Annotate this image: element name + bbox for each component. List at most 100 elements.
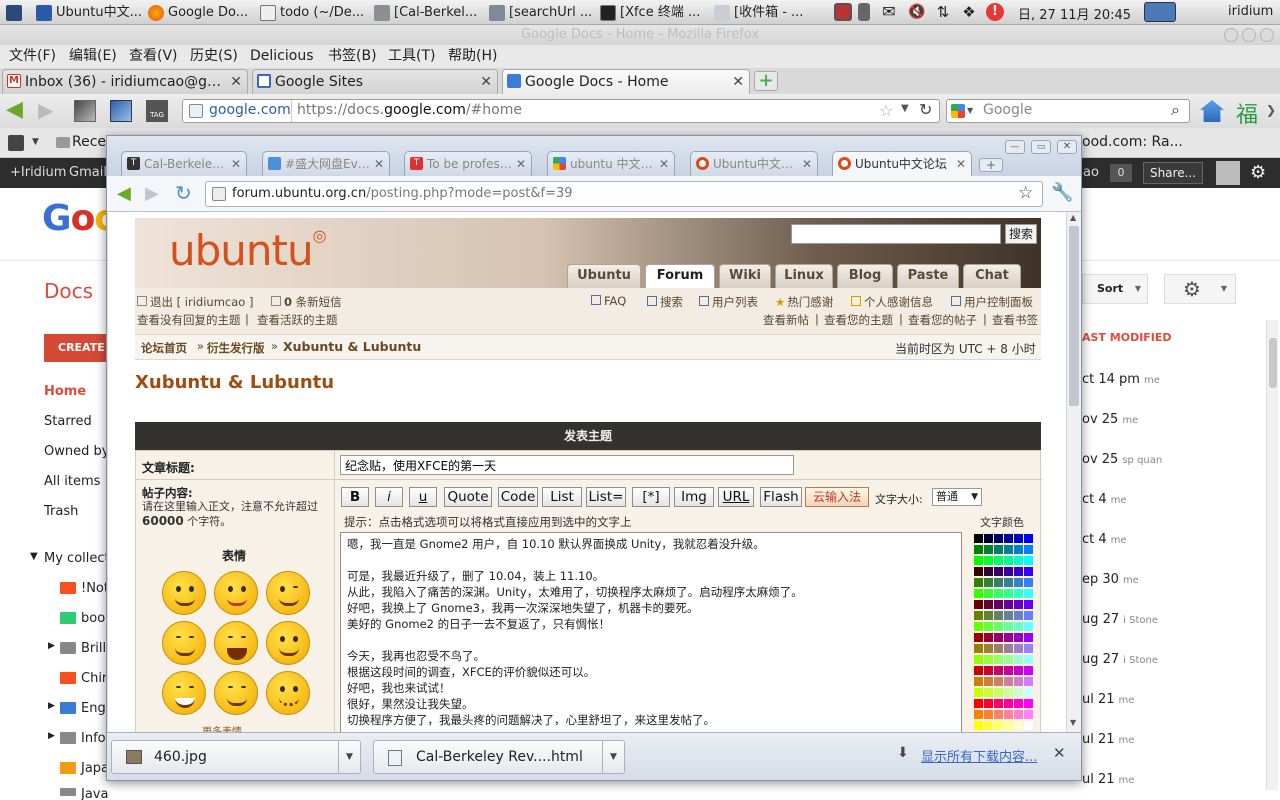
color-swatch[interactable] (1024, 677, 1033, 686)
bookmark-recent[interactable]: Rece (72, 134, 106, 150)
color-swatch[interactable] (1024, 622, 1033, 631)
color-swatch[interactable] (984, 644, 993, 653)
subject-input[interactable] (340, 455, 794, 475)
crumb-derivatives[interactable]: 衍生发行版 (207, 340, 265, 356)
color-swatch[interactable] (1004, 611, 1013, 620)
taskbar-item-mail[interactable]: [收件箱 - ... (712, 2, 824, 23)
expand-triangle-icon[interactable]: ▶ (48, 701, 55, 711)
color-swatch[interactable] (1014, 633, 1023, 642)
dropbox-icon[interactable]: ❖ (960, 3, 978, 21)
wink-emoticon-icon[interactable] (266, 571, 310, 615)
url-text[interactable]: https://docs.google.com/#home (297, 102, 522, 118)
color-swatch[interactable] (1004, 545, 1013, 554)
gbar-plus-iridium[interactable]: +Iridium (10, 158, 66, 188)
dizzy-emoticon-icon[interactable] (266, 671, 310, 715)
color-swatch[interactable] (1014, 622, 1023, 631)
grin-emoticon-icon[interactable] (162, 671, 206, 715)
color-swatch[interactable] (994, 622, 1003, 631)
color-swatch[interactable] (974, 655, 983, 664)
color-swatch[interactable] (984, 721, 993, 730)
chrome-tab[interactable]: T Cal-Berkeley Rev ✕ (121, 151, 247, 176)
close-tab-icon[interactable]: ✕ (374, 152, 384, 176)
nav-all-items[interactable]: All items (44, 474, 100, 489)
underline-button[interactable]: u (409, 487, 437, 507)
color-swatch[interactable] (984, 545, 993, 554)
engine-dropdown-icon[interactable]: ▼ (967, 106, 973, 115)
color-swatch[interactable] (984, 655, 993, 664)
chrome-tab[interactable]: Ubuntu中文论坛 ✕ (690, 151, 818, 176)
nav-tab-paste[interactable]: Paste (897, 264, 959, 288)
identity-domain[interactable]: google.com (209, 102, 291, 118)
reload-icon[interactable]: ↻ (175, 181, 192, 205)
ubuntu-logo[interactable]: ubuntu◎ (169, 226, 327, 275)
menu-help[interactable]: 帮助(H) (448, 45, 497, 68)
unanswered-link[interactable]: 查看没有回复的主题 (137, 312, 241, 328)
taskbar-item-search-url[interactable]: [searchUrl ... (487, 2, 595, 23)
close-tab-icon[interactable]: ✕ (516, 152, 526, 176)
color-swatch[interactable] (1024, 644, 1033, 653)
close-tab-icon[interactable]: ✕ (802, 152, 812, 176)
color-swatch[interactable] (1014, 545, 1023, 554)
ordered-list-button[interactable]: List= (586, 487, 626, 507)
color-swatch[interactable] (1014, 644, 1023, 653)
your-posts-link[interactable]: 查看您的帖子 (908, 312, 977, 328)
nav-trash[interactable]: Trash (44, 504, 78, 519)
applications-menu-button[interactable] (4, 2, 28, 23)
color-swatch[interactable] (1004, 699, 1013, 708)
reload-icon[interactable]: ↻ (919, 100, 932, 119)
color-swatch[interactable] (1024, 589, 1033, 598)
expand-triangle-icon[interactable]: ▶ (48, 641, 55, 651)
color-swatch[interactable] (994, 688, 1003, 697)
docs-scrollbar[interactable] (1266, 320, 1278, 790)
show-all-downloads-link[interactable]: 显示所有下载内容... (921, 746, 1037, 765)
avatar[interactable] (1216, 161, 1240, 185)
tag-icon[interactable]: TAG (146, 100, 168, 122)
chevron-down-icon[interactable]: ▼ (32, 137, 39, 147)
tab-google-docs[interactable]: Google Docs - Home ✕ (502, 69, 750, 94)
collection-item[interactable]: Info (81, 731, 106, 746)
sweat-emoticon-icon[interactable] (266, 621, 310, 665)
minimize-icon[interactable] (1224, 28, 1238, 42)
gbar-gmail[interactable]: Gmail (69, 158, 107, 188)
nav-tab-ubuntu[interactable]: Ubuntu (567, 264, 641, 288)
color-swatch[interactable] (974, 622, 983, 631)
forum-search-input[interactable] (791, 224, 1001, 244)
maximize-icon[interactable]: ▭ (1031, 140, 1051, 154)
forward-arrow-icon[interactable]: ▶ (145, 183, 159, 204)
collection-item[interactable]: bool (81, 611, 109, 626)
collection-item[interactable]: Japa (81, 761, 109, 776)
smile-emoticon-icon[interactable] (162, 571, 206, 615)
color-swatch[interactable] (1024, 578, 1033, 587)
color-swatch[interactable] (994, 710, 1003, 719)
color-swatch[interactable] (1004, 677, 1013, 686)
color-swatch[interactable] (984, 589, 993, 598)
color-swatch[interactable] (994, 655, 1003, 664)
create-button[interactable]: CREATE (44, 334, 106, 362)
list-item-button[interactable]: [*] (632, 487, 670, 507)
font-size-select[interactable]: 普通 ▼ (932, 488, 982, 506)
color-swatch[interactable] (974, 677, 983, 686)
color-swatch[interactable] (1024, 556, 1033, 565)
new-tab-button[interactable]: + (754, 71, 778, 91)
color-swatch[interactable] (974, 567, 983, 576)
color-swatch[interactable] (994, 556, 1003, 565)
overflow-arrow-icon[interactable]: ❯ (1266, 103, 1276, 117)
list-button[interactable]: List (542, 487, 582, 507)
mail-tray-icon[interactable]: ✉ (880, 3, 898, 21)
color-swatch[interactable] (1024, 688, 1033, 697)
color-swatch[interactable] (1004, 534, 1013, 543)
nav-home[interactable]: Home (44, 384, 86, 399)
color-swatch[interactable] (1004, 556, 1013, 565)
color-swatch[interactable] (1004, 578, 1013, 587)
nav-starred[interactable]: Starred (44, 414, 92, 429)
logout-link[interactable]: 退出 [ iridiumcao ] (137, 294, 253, 310)
menu-edit[interactable]: 编辑(E) (69, 45, 117, 68)
color-swatch[interactable] (1024, 666, 1033, 675)
ucp-link[interactable]: 用户控制面板 (951, 294, 1033, 310)
color-swatch[interactable] (974, 633, 983, 642)
code-button[interactable]: Code (498, 487, 538, 507)
new-tab-button[interactable]: + (979, 158, 1003, 172)
post-body-textarea[interactable]: 嗯，我一直是 Gnome2 用户，自 10.10 默认界面换成 Unity，我就… (340, 532, 962, 732)
color-swatch[interactable] (994, 721, 1003, 730)
user-name[interactable]: iridium (1228, 4, 1273, 19)
